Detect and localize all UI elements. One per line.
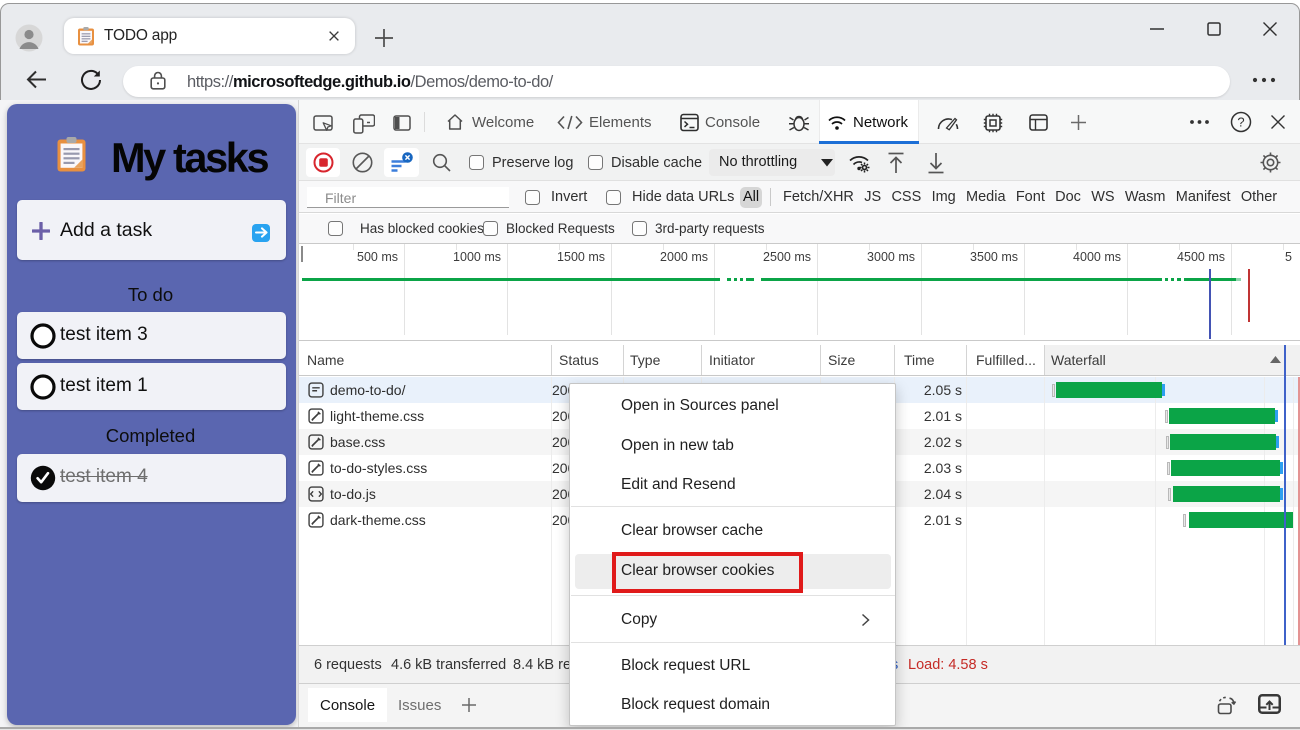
svg-text:?: ? <box>1237 115 1244 130</box>
